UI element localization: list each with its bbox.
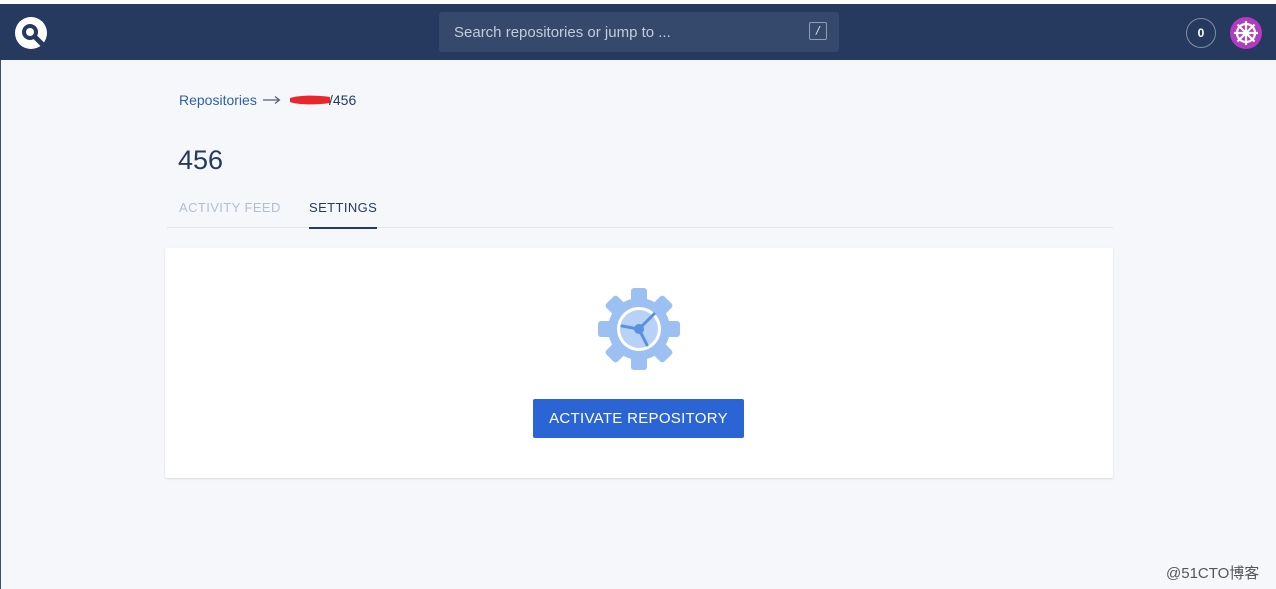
watermark-text: @51CTO博客 xyxy=(1166,565,1260,582)
breadcrumb-repo-name: /456 xyxy=(329,92,357,108)
activate-repository-button[interactable]: ACTIVATE REPOSITORY xyxy=(533,399,744,438)
gear-icon xyxy=(598,288,680,370)
top-navbar: / 0 xyxy=(0,4,1276,60)
breadcrumb-repositories-link[interactable]: Repositories xyxy=(179,92,257,108)
shortcut-key-badge: / xyxy=(809,22,827,40)
search-box[interactable]: / xyxy=(439,12,839,52)
settings-card: ACTIVATE REPOSITORY xyxy=(165,248,1113,478)
tab-bar: ACTIVITY FEED SETTINGS xyxy=(167,190,1113,229)
window-edge xyxy=(0,60,1,589)
breadcrumb: Repositories /456 xyxy=(179,92,356,110)
redacted-owner-mark xyxy=(290,95,330,105)
drone-logo-icon[interactable] xyxy=(14,16,48,50)
search-input[interactable] xyxy=(439,12,799,52)
tab-activity-feed[interactable]: ACTIVITY FEED xyxy=(179,200,281,215)
arrow-right-icon xyxy=(263,96,281,104)
notification-counter[interactable]: 0 xyxy=(1186,18,1216,48)
user-avatar-icon[interactable] xyxy=(1230,17,1262,49)
tab-settings[interactable]: SETTINGS xyxy=(309,200,378,229)
page-title: 456 xyxy=(178,145,224,175)
